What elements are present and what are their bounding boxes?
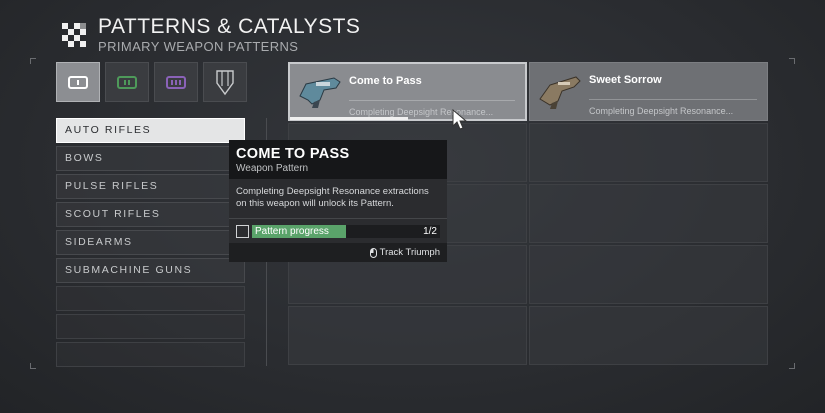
objective-count: 1/2 bbox=[423, 226, 437, 237]
category-empty-slot bbox=[56, 342, 245, 367]
tooltip-objective: Pattern progress 1/2 bbox=[229, 218, 447, 243]
weapon-card-come-to-pass[interactable]: Come to Pass Completing Deepsight Resona… bbox=[288, 62, 527, 121]
weapon-description: Completing Deepsight Resonance... bbox=[589, 99, 757, 116]
page-subtitle: PRIMARY WEAPON PATTERNS bbox=[98, 39, 299, 54]
pattern-slot-empty bbox=[529, 306, 768, 365]
special-weapon-icon bbox=[117, 75, 137, 89]
category-bows[interactable]: BOWS bbox=[56, 146, 245, 171]
category-submachine-guns[interactable]: SUBMACHINE GUNS bbox=[56, 258, 245, 283]
frame-corner bbox=[30, 58, 36, 64]
category-auto-rifles[interactable]: AUTO RIFLES bbox=[56, 118, 245, 143]
patterns-checker-icon bbox=[62, 23, 86, 47]
tab-primary[interactable] bbox=[56, 62, 100, 102]
tooltip-type: Weapon Pattern bbox=[236, 163, 309, 174]
pattern-slot-empty bbox=[529, 245, 768, 304]
page-title: PATTERNS & CATALYSTS bbox=[98, 15, 361, 38]
tab-catalysts[interactable] bbox=[203, 62, 247, 102]
tab-special[interactable] bbox=[105, 62, 149, 102]
pattern-slot-empty bbox=[529, 123, 768, 182]
frame-corner bbox=[789, 363, 795, 369]
objective-progress-bar: Pattern progress 1/2 bbox=[252, 225, 440, 238]
primary-weapon-icon bbox=[68, 75, 88, 89]
objective-checkbox bbox=[236, 225, 249, 238]
tooltip-description: Completing Deepsight Resonance extractio… bbox=[229, 179, 447, 218]
frame-corner bbox=[30, 363, 36, 369]
catalyst-icon bbox=[216, 70, 234, 96]
frame-corner bbox=[789, 58, 795, 64]
pattern-slot-empty bbox=[288, 306, 527, 365]
category-sidearms[interactable]: SIDEARMS bbox=[56, 230, 245, 255]
objective-label: Pattern progress bbox=[255, 226, 329, 237]
weapon-category-list: AUTO RIFLES BOWS PULSE RIFLES SCOUT RIFL… bbox=[56, 118, 245, 370]
track-triumph-label[interactable]: Track Triumph bbox=[380, 247, 440, 258]
weapon-description: Completing Deepsight Resonance... bbox=[349, 100, 515, 117]
category-pulse-rifles[interactable]: PULSE RIFLES bbox=[56, 174, 245, 199]
pattern-tooltip: COME TO PASS Weapon Pattern Completing D… bbox=[229, 140, 447, 262]
tooltip-title: COME TO PASS bbox=[236, 146, 350, 162]
tab-heavy[interactable] bbox=[154, 62, 198, 102]
auto-rifle-weapon-icon bbox=[299, 77, 341, 108]
tooltip-footer: Track Triumph bbox=[229, 243, 447, 262]
weapon-slot-tabs bbox=[56, 62, 247, 102]
heavy-weapon-icon bbox=[166, 75, 186, 89]
auto-rifle-weapon-icon bbox=[539, 76, 581, 109]
category-empty-slot bbox=[56, 314, 245, 339]
category-empty-slot bbox=[56, 286, 245, 311]
pattern-progress-bar bbox=[290, 117, 408, 120]
weapon-name: Sweet Sorrow bbox=[589, 74, 662, 86]
pattern-slot-empty bbox=[529, 184, 768, 243]
weapon-card-sweet-sorrow[interactable]: Sweet Sorrow Completing Deepsight Resona… bbox=[529, 62, 768, 121]
mouse-cursor-icon bbox=[452, 109, 468, 130]
tooltip-header: COME TO PASS Weapon Pattern bbox=[229, 140, 447, 179]
page-header: PATTERNS & CATALYSTS PRIMARY WEAPON PATT… bbox=[58, 16, 360, 54]
category-scout-rifles[interactable]: SCOUT RIFLES bbox=[56, 202, 245, 227]
weapon-name: Come to Pass bbox=[349, 75, 422, 87]
mouse-button-icon bbox=[369, 247, 377, 258]
